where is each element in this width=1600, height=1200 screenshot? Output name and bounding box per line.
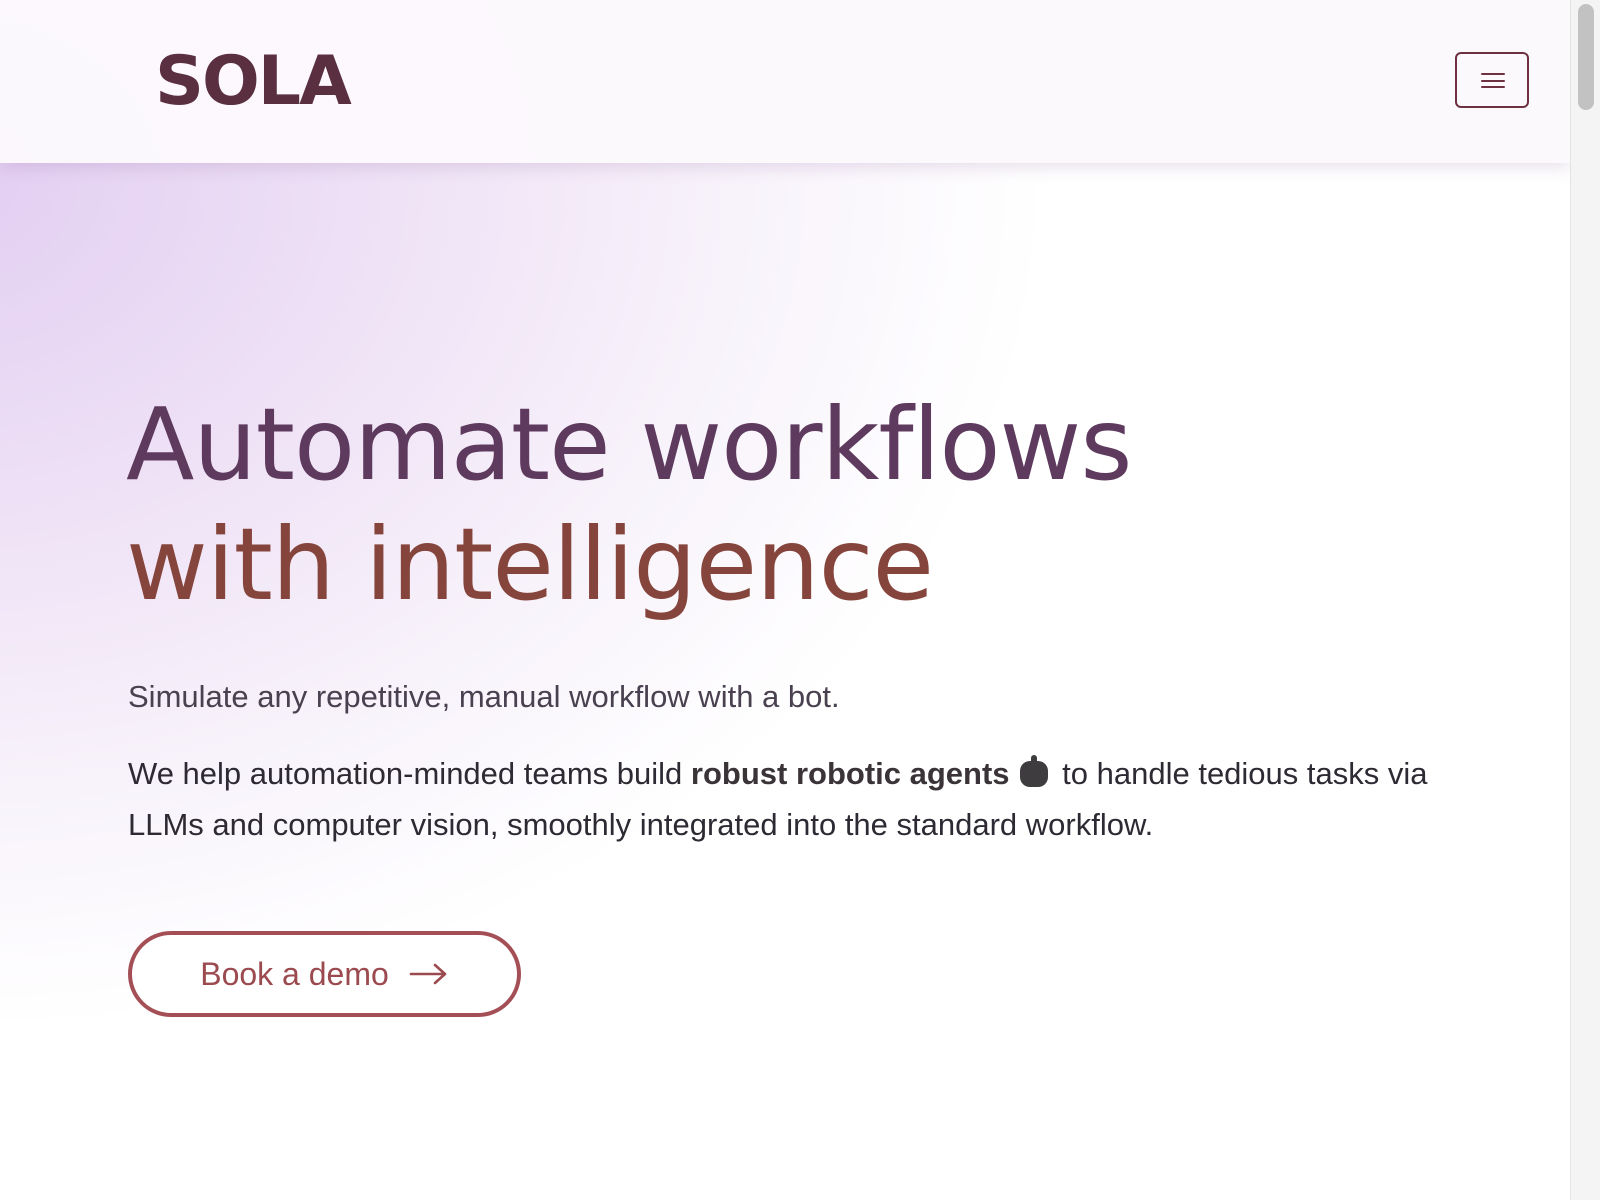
site-header: SOLA [0, 0, 1570, 163]
description-intro: We help automation-minded teams build [128, 756, 691, 791]
book-demo-label: Book a demo [200, 956, 389, 992]
hero-title-line-2: with intelligence [126, 506, 934, 623]
arrow-right-icon [409, 963, 447, 985]
hero-title: Automate workflows with intelligence [126, 385, 1132, 625]
page: SOLA Automate workflows with intelligenc… [0, 0, 1570, 1200]
logo[interactable]: SOLA [155, 40, 352, 124]
book-demo-button[interactable]: Book a demo [128, 931, 521, 1017]
hero-description: We help automation-minded teams build ro… [128, 748, 1448, 850]
scrollbar-thumb[interactable] [1578, 4, 1594, 110]
page-scrollbar[interactable] [1570, 0, 1600, 1200]
hero-subtitle: Simulate any repetitive, manual workflow… [128, 679, 840, 714]
description-highlight: robust robotic agents [690, 756, 1010, 791]
robot-icon [1019, 755, 1048, 787]
menu-button[interactable] [1455, 52, 1529, 108]
hero-title-line-1: Automate workflows [126, 386, 1132, 503]
